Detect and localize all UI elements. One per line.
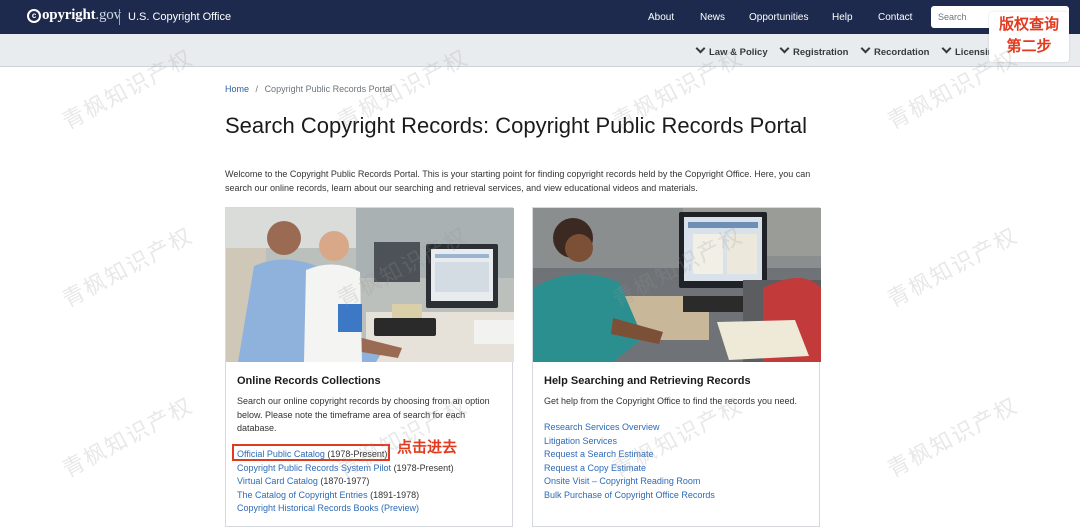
bulk-purchase-link[interactable]: Bulk Purchase of Copyright Office Record… — [544, 490, 715, 500]
virtual-card-catalog-link[interactable]: Virtual Card Catalog — [237, 476, 318, 486]
breadcrumb: Home / Copyright Public Records Portal — [225, 84, 392, 94]
step-annotation: 版权查询 第二步 — [989, 12, 1069, 62]
nav-about[interactable]: About — [648, 12, 674, 23]
card-title: Help Searching and Retrieving Records — [544, 375, 751, 387]
subnav-label: Licensin — [955, 47, 994, 58]
breadcrumb-current: Copyright Public Records Portal — [264, 84, 393, 94]
list-item: Research Services Overview — [544, 421, 715, 435]
intro-text: Welcome to the Copyright Public Records … — [225, 169, 811, 193]
office-name[interactable]: U.S. Copyright Office — [119, 9, 231, 25]
page-title: Search Copyright Records: Copyright Publ… — [225, 113, 808, 138]
subnav-label: Law & Policy — [709, 47, 768, 58]
breadcrumb-separator: / — [255, 84, 259, 94]
list-item: Onsite Visit – Copyright Reading Room — [544, 475, 715, 489]
nav-opportunities[interactable]: Opportunities — [749, 12, 808, 23]
list-item: Request a Copy Estimate — [544, 462, 715, 476]
subnav-recordation[interactable]: Recordation — [860, 43, 930, 58]
nav-help[interactable]: Help — [832, 12, 853, 23]
catalog-of-copyright-entries-link[interactable]: The Catalog of Copyright Entries — [237, 490, 368, 500]
list-item: Bulk Purchase of Copyright Office Record… — [544, 489, 715, 503]
step-line-1: 版权查询 — [998, 16, 1059, 33]
card-description: Get help from the Copyright Office to fi… — [544, 396, 797, 406]
list-item: Copyright Historical Records Books (Prev… — [237, 502, 454, 516]
date-range: (1891-1978) — [367, 489, 420, 500]
list-item: Copyright Public Records System Pilot (1… — [237, 462, 454, 476]
chevron-down-icon — [941, 43, 952, 54]
watermark: 青枫知识产权 — [883, 222, 1023, 313]
list-item: Virtual Card Catalog (1870-1977) — [237, 475, 454, 489]
list-item: Litigation Services — [544, 435, 715, 449]
chevron-down-icon — [779, 43, 790, 54]
top-header: c opyright.gov U.S. Copyright Office Abou… — [0, 0, 1080, 34]
online-records-card: Online Records Collections Search our on… — [225, 207, 514, 527]
subnav-registration[interactable]: Registration — [779, 43, 849, 58]
help-links-list: Research Services Overview Litigation Se… — [544, 421, 715, 503]
copyright-gov-logo[interactable]: c opyright.gov — [27, 7, 121, 24]
date-range: (1870-1977) — [317, 476, 370, 487]
step-line-2: 第二步 — [1006, 38, 1052, 55]
reading-room-photo — [533, 208, 821, 362]
watermark: 青枫知识产权 — [883, 392, 1023, 483]
chevron-down-icon — [695, 43, 706, 54]
date-range: (1978-Present) — [391, 462, 454, 473]
copy-estimate-link[interactable]: Request a Copy Estimate — [544, 463, 646, 473]
card-description: Search our online copyright records by c… — [237, 396, 490, 433]
public-records-pilot-link[interactable]: Copyright Public Records System Pilot — [237, 463, 391, 473]
research-services-link[interactable]: Research Services Overview — [544, 422, 660, 432]
logo-word: opyright — [42, 7, 96, 23]
historical-records-books-link[interactable]: Copyright Historical Records Books (Prev… — [237, 503, 419, 513]
watermark: 青枫知识产权 — [58, 392, 198, 483]
subnav-label: Registration — [793, 47, 849, 58]
subnav-label: Recordation — [874, 47, 930, 58]
logo-gov: .gov — [95, 7, 121, 23]
nav-news[interactable]: News — [700, 12, 725, 23]
subnav-law-policy[interactable]: Law & Policy — [695, 43, 768, 58]
watermark: 青枫知识产权 — [58, 222, 198, 313]
chevron-down-icon — [860, 43, 871, 54]
click-annotation: 点击进去 — [397, 439, 458, 456]
help-searching-card: Help Searching and Retrieving Records Ge… — [532, 207, 821, 527]
search-estimate-link[interactable]: Request a Search Estimate — [544, 449, 654, 459]
reading-room-visit-link[interactable]: Onsite Visit – Copyright Reading Room — [544, 476, 700, 486]
highlight-box — [232, 444, 390, 461]
litigation-services-link[interactable]: Litigation Services — [544, 436, 617, 446]
copyright-c-mark: c — [27, 9, 41, 23]
breadcrumb-home[interactable]: Home — [225, 84, 249, 94]
list-item: Request a Search Estimate — [544, 448, 715, 462]
card-title: Online Records Collections — [237, 375, 381, 387]
secondary-nav: Law & Policy Registration Recordation Li… — [0, 34, 1080, 67]
nav-contact[interactable]: Contact — [878, 12, 912, 23]
subnav-licensing[interactable]: Licensin — [941, 43, 994, 58]
list-item: The Catalog of Copyright Entries (1891-1… — [237, 489, 454, 503]
researchers-photo — [226, 208, 514, 362]
